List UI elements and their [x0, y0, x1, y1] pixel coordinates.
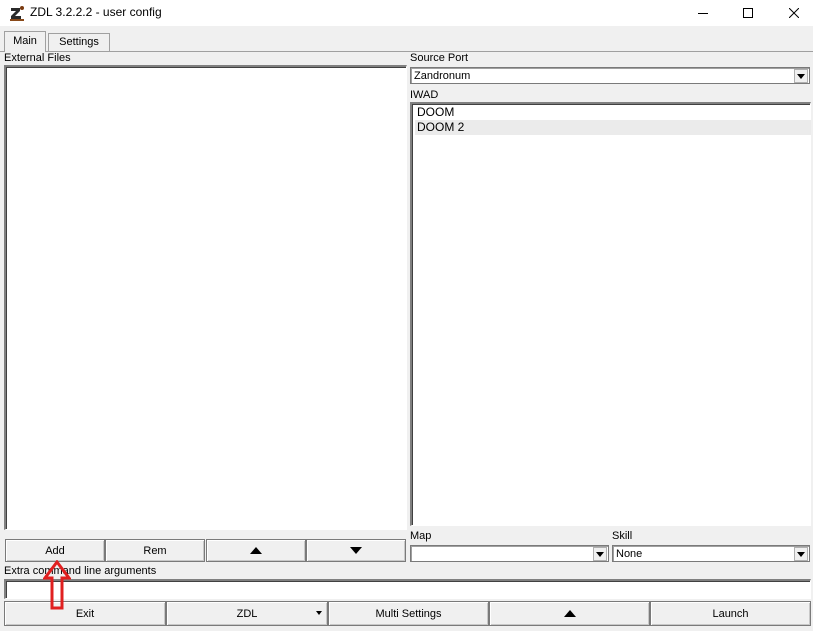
source-port-dropdown-button[interactable]	[794, 69, 808, 83]
extra-args-input[interactable]	[4, 579, 811, 599]
multi-settings-button[interactable]: Multi Settings	[328, 601, 489, 626]
source-port-select[interactable]: Zandronum	[410, 67, 810, 84]
extra-args-label: Extra command line arguments	[4, 565, 157, 577]
iwad-list[interactable]: DOOM DOOM 2	[410, 102, 811, 526]
skill-select[interactable]: None	[612, 545, 810, 562]
skill-dropdown-button[interactable]	[794, 547, 808, 561]
maximize-button[interactable]	[725, 0, 771, 26]
iwad-label: IWAD	[410, 89, 439, 101]
chevron-down-icon	[596, 551, 604, 557]
external-files-label: External Files	[4, 52, 71, 64]
red-arrow-up-icon	[43, 560, 71, 610]
move-up-button[interactable]	[206, 539, 306, 562]
minimize-icon	[698, 13, 708, 14]
external-files-list[interactable]	[4, 65, 407, 530]
chevron-down-icon	[797, 551, 805, 557]
zdl-menu-label: ZDL	[236, 607, 258, 620]
triangle-up-icon	[250, 547, 262, 554]
tab-strip-border	[0, 51, 813, 52]
iwad-item-doom[interactable]: DOOM	[415, 105, 811, 120]
map-label: Map	[410, 530, 432, 542]
chevron-down-icon	[797, 73, 805, 79]
add-file-button[interactable]: Add	[5, 539, 105, 562]
tab-main[interactable]: Main	[4, 31, 46, 52]
iwad-item-doom2[interactable]: DOOM 2	[415, 120, 811, 135]
triangle-up-icon	[563, 610, 576, 617]
source-port-label: Source Port	[410, 52, 469, 64]
map-dropdown-button[interactable]	[593, 547, 607, 561]
zdl-menu-button[interactable]: ZDL	[166, 601, 328, 626]
tab-settings[interactable]: Settings	[48, 33, 110, 51]
skill-label: Skill	[612, 530, 633, 542]
map-select[interactable]	[410, 545, 609, 562]
launch-button[interactable]: Launch	[650, 601, 811, 626]
close-icon	[789, 8, 799, 18]
exit-button[interactable]: Exit	[4, 601, 166, 626]
remove-file-button[interactable]: Rem	[105, 539, 205, 562]
expand-toggle-button[interactable]	[489, 601, 650, 626]
title-bar: ZDL 3.2.2.2 - user config	[0, 0, 813, 26]
close-button[interactable]	[771, 0, 813, 26]
maximize-icon	[743, 8, 753, 18]
skill-value: None	[616, 548, 643, 560]
zdl-logo-icon	[9, 5, 25, 21]
source-port-value: Zandronum	[414, 70, 471, 82]
menu-arrow-icon	[316, 611, 322, 615]
move-down-button[interactable]	[306, 539, 406, 562]
window-title: ZDL 3.2.2.2 - user config	[30, 5, 162, 19]
triangle-down-icon	[350, 547, 362, 554]
minimize-button[interactable]	[680, 0, 726, 26]
